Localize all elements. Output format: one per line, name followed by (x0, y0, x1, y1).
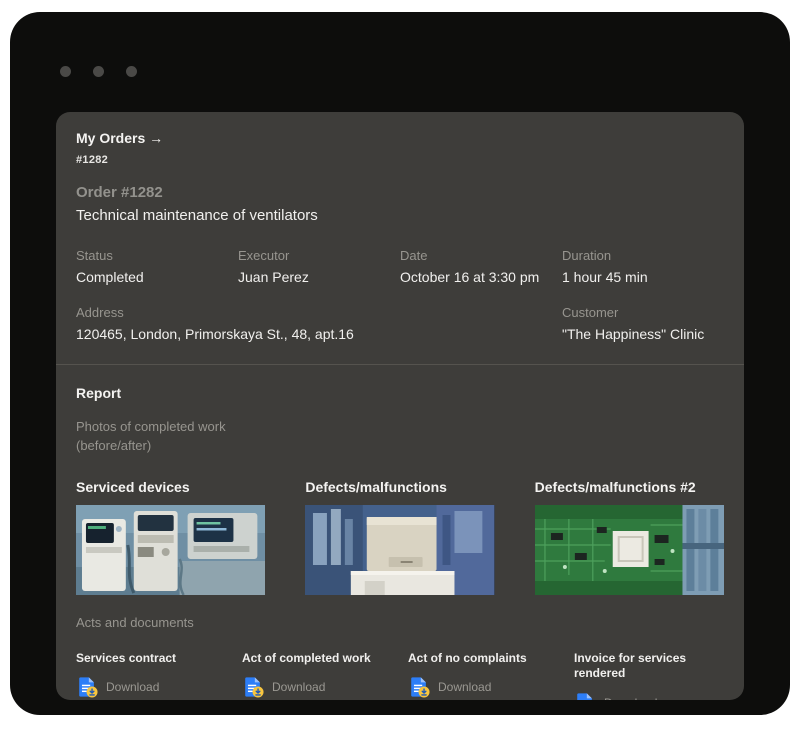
document-services-contract: Services contract Download (76, 651, 226, 700)
photo-label: Serviced devices (76, 478, 190, 495)
field-date-value: October 16 at 3:30 pm (400, 269, 540, 285)
download-act-no-complaints-link[interactable]: Download (408, 676, 558, 698)
window-control-dot[interactable] (93, 66, 104, 77)
download-label: Download (604, 696, 657, 700)
documents-grid: Services contract Download Act of comple… (76, 651, 724, 700)
window-control-dot[interactable] (60, 66, 71, 77)
field-duration-value: 1 hour 45 min (562, 269, 648, 285)
download-act-completed-work-link[interactable]: Download (242, 676, 392, 698)
field-duration: Duration 1 hour 45 min (562, 248, 724, 285)
photo-card-defects-2: Defects/malfunctions #2 (534, 478, 724, 595)
document-title: Act of completed work (242, 650, 371, 665)
order-subtitle: Technical maintenance of ventilators (76, 207, 318, 224)
document-invoice: Invoice for services rendered Download (574, 651, 724, 700)
field-executor-value: Juan Perez (238, 269, 309, 285)
document-title: Act of no complaints (408, 650, 527, 665)
report-section-title: Report (76, 385, 122, 401)
download-label: Download (106, 680, 160, 695)
document-title: Invoice for services rendered (574, 650, 687, 681)
photo-label: Defects/malfunctions #2 (534, 478, 696, 495)
breadcrumb-my-orders-link[interactable]: My Orders → (76, 130, 163, 146)
serviced-devices-photo-illustration (76, 504, 266, 595)
document-act-completed-work: Act of completed work Download (242, 651, 392, 700)
photo-defects-malfunctions-2[interactable] (534, 504, 724, 595)
document-icon (245, 677, 264, 698)
field-status: Status Completed (76, 248, 238, 285)
document-title: Services contract (76, 650, 177, 665)
circuit-board-photo-illustration (534, 504, 724, 595)
section-divider (56, 364, 744, 365)
order-card: My Orders → #1282 Order #1282 Technical … (56, 112, 744, 700)
photo-defects-malfunctions[interactable] (305, 504, 495, 595)
field-status-label: Status (76, 248, 113, 263)
field-customer: Customer "The Happiness" Clinic (562, 305, 724, 342)
field-customer-label: Customer (562, 305, 619, 320)
order-heading: Order #1282 Technical maintenance of ven… (76, 184, 724, 224)
photos-caption-line2: (before/after) (76, 437, 152, 453)
documents-caption: Acts and documents (76, 614, 194, 630)
field-status-value: Completed (76, 269, 144, 285)
download-invoice-link[interactable]: Download (574, 692, 724, 700)
field-customer-value: "The Happiness" Clinic (562, 326, 705, 342)
download-services-contract-link[interactable]: Download (76, 676, 226, 698)
app-window: My Orders → #1282 Order #1282 Technical … (10, 12, 790, 715)
window-control-dot[interactable] (126, 66, 137, 77)
window-controls (60, 66, 137, 77)
order-title: Order #1282 (76, 184, 163, 201)
download-label: Download (272, 680, 326, 695)
document-act-no-complaints: Act of no complaints Download (408, 651, 558, 700)
document-icon (79, 677, 98, 698)
document-icon (411, 677, 430, 698)
field-date-label: Date (400, 248, 428, 263)
download-label: Download (438, 680, 492, 695)
defects-photo-illustration (305, 504, 495, 595)
field-executor-label: Executor (238, 248, 290, 263)
photos-caption-line1: Photos of completed work (76, 419, 226, 434)
photos-grid: Serviced devices Defects/malfunctions De… (76, 479, 724, 595)
photo-label: Defects/malfunctions (305, 478, 447, 495)
field-executor: Executor Juan Perez (238, 248, 400, 285)
field-address: Address 120465, London, Primorskaya St.,… (76, 305, 562, 342)
order-fields-row-1: Status Completed Executor Juan Perez Dat… (76, 248, 724, 285)
field-address-label: Address (76, 305, 124, 320)
field-address-value: 120465, London, Primorskaya St., 48, apt… (76, 326, 354, 342)
field-date: Date October 16 at 3:30 pm (400, 248, 562, 285)
photo-card-defects: Defects/malfunctions (305, 478, 495, 595)
field-duration-label: Duration (562, 248, 612, 263)
photo-serviced-devices[interactable] (76, 504, 266, 595)
document-icon (577, 693, 592, 700)
photos-caption: Photos of completed work (before/after) (76, 418, 724, 456)
breadcrumb: My Orders → #1282 (76, 130, 724, 166)
breadcrumb-order-number: #1282 (76, 154, 109, 166)
order-fields-row-2: Address 120465, London, Primorskaya St.,… (76, 305, 724, 342)
photo-card-serviced-devices: Serviced devices (76, 478, 266, 595)
